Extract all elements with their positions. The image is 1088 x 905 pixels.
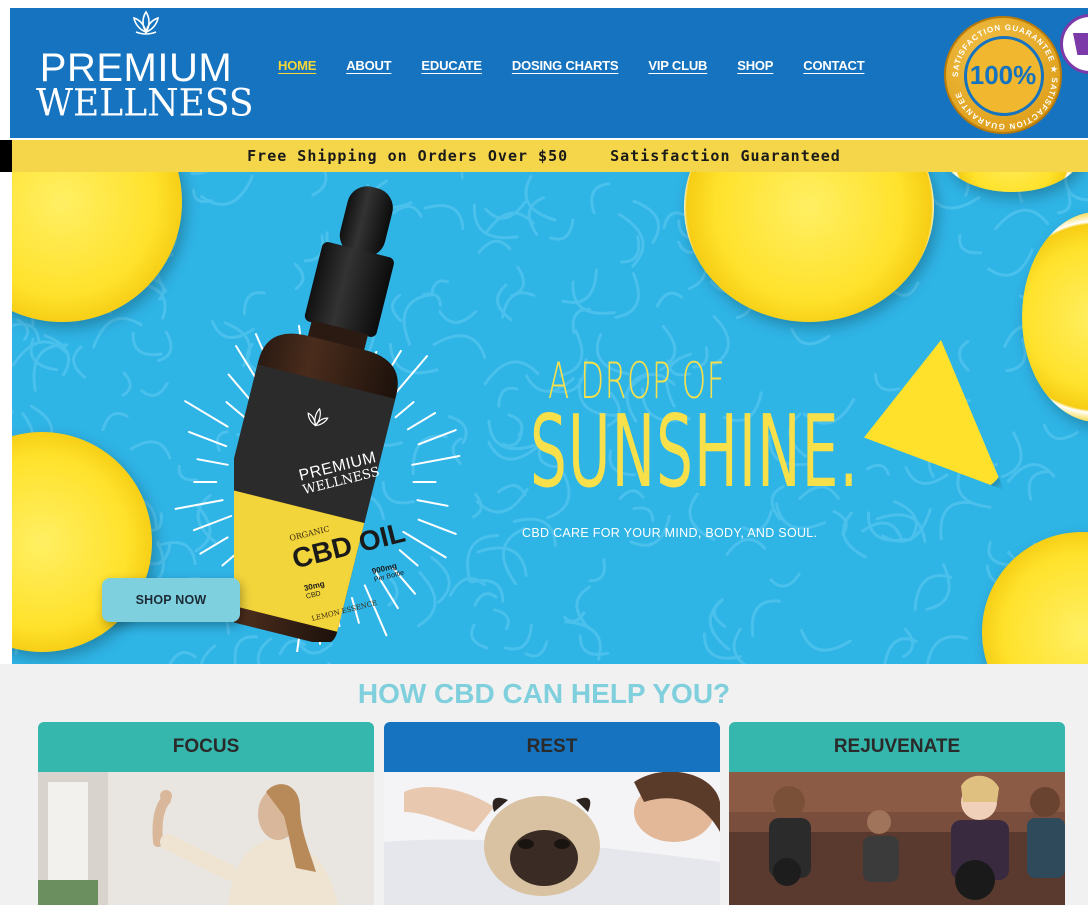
hero-banner: PREMIUM WELLNESS ORGANIC CBD OIL 30mg CB… — [12, 172, 1088, 664]
nav-shop[interactable]: SHOP — [737, 58, 773, 73]
card-rest-image — [384, 772, 720, 905]
pattern-squiggle — [769, 572, 801, 588]
badge-value: 100% — [969, 60, 1037, 90]
pattern-squiggle — [72, 345, 87, 379]
pattern-squiggle — [590, 182, 611, 215]
card-rejuvenate-label: REJUVENATE — [833, 736, 961, 757]
satisfaction-badge: SATISFACTION GUARANTEE ★ SATISFACTION GU… — [944, 16, 1062, 134]
pattern-squiggle — [614, 272, 640, 319]
sparkle-ray — [196, 458, 229, 466]
pattern-squiggle — [507, 413, 524, 437]
pattern-squiggle — [168, 651, 197, 664]
pattern-squiggle — [1027, 470, 1049, 501]
pattern-squiggle — [571, 307, 592, 334]
pattern-squiggle — [994, 208, 1050, 231]
pattern-squiggle — [725, 538, 767, 556]
sparkle-ray — [174, 499, 224, 510]
pattern-squiggle — [902, 627, 915, 658]
benefits-section: HOW CBD CAN HELP YOU? FOCUS REST REJUVEN… — [0, 664, 1088, 905]
brand-logo[interactable]: PREMIUM WELLNESS — [36, 8, 256, 138]
shop-now-button[interactable]: SHOP NOW — [102, 578, 240, 622]
hero-subheadline: CBD CARE FOR YOUR MIND, BODY, AND SOUL. — [522, 526, 818, 540]
pattern-squiggle — [1056, 191, 1072, 215]
pattern-squiggle — [957, 340, 970, 372]
card-focus-label: FOCUS — [172, 736, 240, 757]
pattern-squiggle — [904, 466, 949, 485]
pattern-squiggle — [958, 234, 983, 255]
pattern-squiggle — [926, 635, 968, 664]
bottle-flavor: LEMON ESSENCE — [310, 598, 379, 623]
pattern-squiggle — [460, 172, 464, 180]
pattern-squiggle — [575, 585, 591, 630]
pattern-squiggle — [925, 563, 951, 611]
nav-vip-club[interactable]: VIP CLUB — [648, 58, 707, 73]
pattern-squiggle — [913, 574, 953, 612]
pattern-squiggle — [561, 268, 598, 304]
pattern-squiggle — [190, 172, 210, 176]
pattern-squiggle — [750, 599, 781, 637]
pattern-squiggle — [423, 204, 465, 231]
pattern-squiggle — [800, 628, 852, 652]
pattern-squiggle — [477, 239, 512, 254]
sparkle-ray — [199, 536, 229, 555]
card-rejuvenate[interactable]: REJUVENATE — [729, 722, 1065, 905]
pattern-squiggle — [430, 279, 450, 297]
brand-name-line2: WELLNESS — [36, 81, 254, 125]
pattern-squiggle — [712, 600, 727, 628]
section-title: HOW CBD CAN HELP YOU? — [357, 678, 731, 709]
pattern-squiggle — [924, 185, 981, 210]
pattern-squiggle — [939, 500, 972, 541]
nav-dosing-charts[interactable]: DOSING CHARTS — [512, 58, 619, 73]
sparkle-ray — [192, 515, 233, 532]
hero-headline-big: SUNSHINE. — [530, 393, 860, 510]
nav-home[interactable]: HOME — [278, 58, 316, 73]
pattern-squiggle — [578, 634, 610, 656]
sparkle-ray — [188, 430, 228, 448]
pattern-squiggle — [620, 235, 641, 264]
card-rest-label: REST — [526, 736, 578, 757]
pattern-squiggle — [866, 463, 890, 476]
promo-free-shipping: Free Shipping on Orders Over $50 — [247, 147, 569, 165]
card-rejuvenate-image — [729, 772, 1065, 905]
nav-contact[interactable]: CONTACT — [803, 58, 864, 73]
pattern-squiggle — [655, 291, 684, 308]
pattern-squiggle — [588, 558, 606, 583]
card-rest[interactable]: REST — [384, 722, 720, 905]
pattern-squiggle — [874, 373, 901, 392]
pattern-squiggle — [841, 511, 867, 559]
lotus-icon — [132, 10, 160, 35]
pattern-squiggle — [1005, 337, 1027, 373]
pattern-squiggle — [549, 218, 575, 241]
main-nav: HOME ABOUT EDUCATE DOSING CHARTS VIP CLU… — [278, 58, 894, 73]
pattern-squiggle — [790, 327, 831, 346]
promo-satisfaction: Satisfaction Guaranteed — [610, 147, 841, 165]
pattern-squiggle — [987, 248, 1034, 277]
pattern-squiggle — [101, 412, 129, 432]
cart-icon — [1073, 33, 1088, 55]
pattern-squiggle — [732, 627, 747, 664]
card-focus[interactable]: FOCUS — [38, 722, 374, 905]
nav-educate[interactable]: EDUCATE — [421, 58, 482, 73]
nav-about[interactable]: ABOUT — [346, 58, 391, 73]
pattern-squiggle — [708, 598, 731, 651]
pattern-squiggle — [1042, 423, 1079, 441]
promo-bar: Free Shipping on Orders Over $50 Satisfa… — [0, 140, 1088, 172]
promo-edge — [0, 140, 12, 172]
pattern-squiggle — [987, 541, 1010, 567]
pattern-squiggle — [524, 640, 549, 658]
card-focus-image — [38, 772, 374, 905]
site-header: PREMIUM WELLNESS HOME ABOUT EDUCATE DOSI… — [10, 8, 1088, 138]
sparkle-ray — [184, 400, 229, 428]
